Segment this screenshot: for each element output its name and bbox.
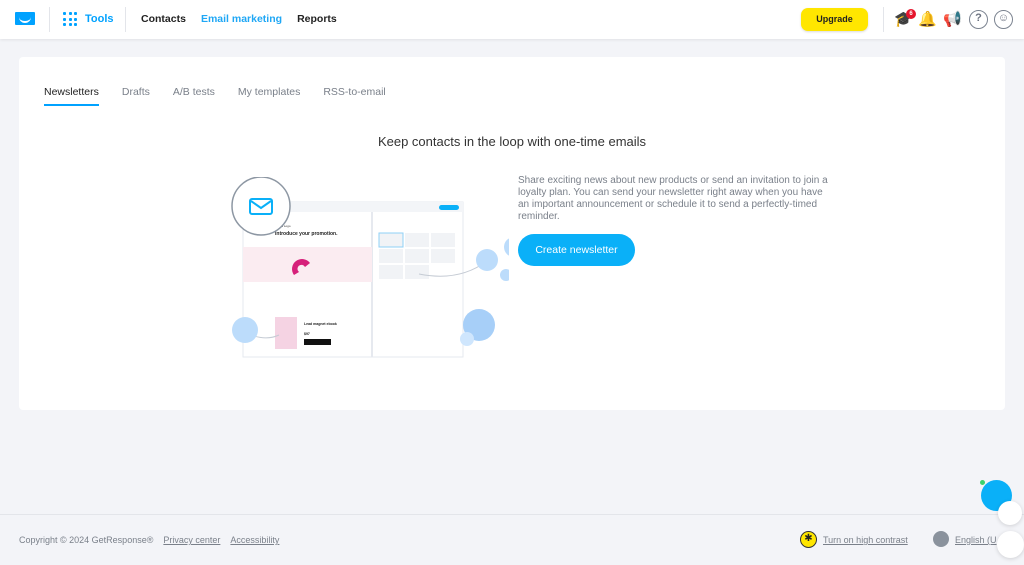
upgrade-button[interactable]: Upgrade <box>801 8 868 31</box>
nav-reports[interactable]: Reports <box>297 13 337 25</box>
tab-newsletters[interactable]: Newsletters <box>44 86 99 106</box>
accessibility-icon: ✱ <box>800 531 817 548</box>
newsletters-card: Newsletters Drafts A/B tests My template… <box>19 57 1005 410</box>
bell-icon[interactable]: 🔔 <box>918 10 937 29</box>
page-heading: Keep contacts in the loop with one-time … <box>377 134 647 149</box>
divider <box>125 7 126 32</box>
account-icon[interactable]: ☺ <box>994 10 1013 29</box>
grid-icon <box>63 12 77 26</box>
tab-drafts[interactable]: Drafts <box>122 86 150 106</box>
notification-badge: 6 <box>906 9 916 19</box>
create-newsletter-button[interactable]: Create newsletter <box>518 234 635 266</box>
getresponse-logo[interactable] <box>15 12 35 25</box>
illustration-product: Lead magnet ebook <box>304 322 337 326</box>
tab-ab-tests[interactable]: A/B tests <box>173 86 215 106</box>
divider <box>49 7 50 32</box>
ai-brain-icon[interactable] <box>997 531 1024 558</box>
megaphone-icon[interactable]: 📢 <box>943 10 962 29</box>
footer-divider <box>0 514 1024 515</box>
tab-rss-to-email[interactable]: RSS-to-email <box>323 86 385 106</box>
help-icon[interactable]: ? <box>969 10 988 29</box>
tab-my-templates[interactable]: My templates <box>238 86 300 106</box>
globe-icon <box>933 531 949 547</box>
nav-email-marketing[interactable]: Email marketing <box>201 13 282 25</box>
illustration-price: $97 <box>304 332 310 336</box>
translate-icon[interactable] <box>998 501 1022 525</box>
high-contrast-link[interactable]: Turn on high contrast <box>823 535 908 545</box>
language-selector[interactable]: English (U <box>955 535 997 545</box>
tools-menu[interactable]: Tools <box>63 12 114 26</box>
copyright: Copyright © 2024 GetResponse® <box>19 535 154 545</box>
privacy-center-link[interactable]: Privacy center <box>163 535 220 545</box>
divider <box>883 7 884 32</box>
tools-label: Tools <box>85 13 114 25</box>
top-bar: Tools Contacts Email marketing Reports U… <box>0 0 1024 39</box>
accessibility-link[interactable]: Accessibility <box>230 535 279 545</box>
illustration-title: Introduce your promotion. <box>275 231 338 237</box>
page-description: Share exciting news about new products o… <box>518 175 828 222</box>
newsletter-illustration: Brand Logo Introduce your promotion. Lea… <box>231 177 509 358</box>
nav-contacts[interactable]: Contacts <box>141 13 186 25</box>
